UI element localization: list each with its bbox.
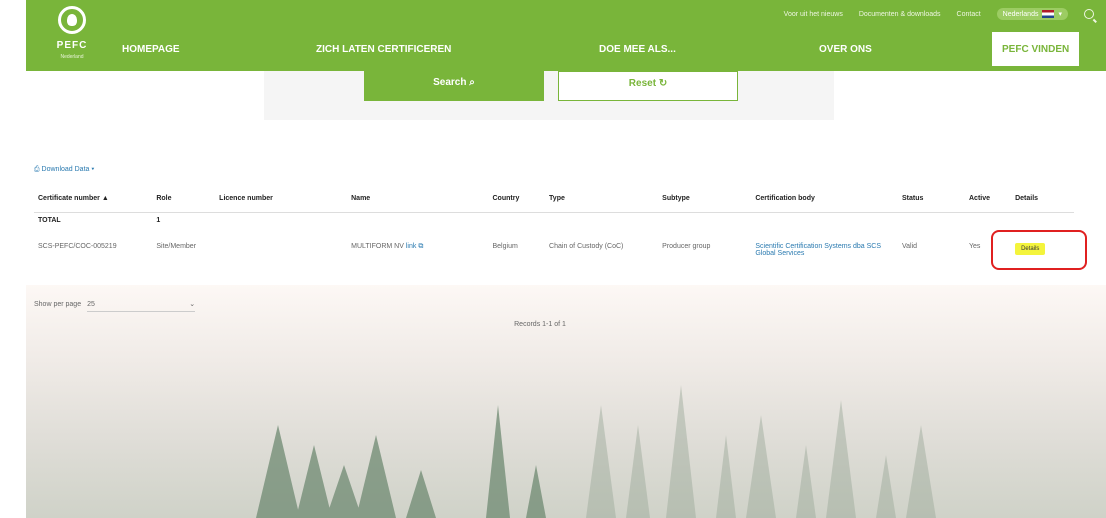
utility-link-contact[interactable]: Contact (957, 11, 981, 18)
cell-role: Site/Member (156, 243, 197, 250)
per-page-select[interactable]: 25 ⌄ (87, 297, 196, 312)
col-details: Details (1011, 184, 1074, 213)
per-page-control: Show per page 25 ⌄ (34, 297, 196, 312)
col-subtype[interactable]: Subtype (658, 184, 752, 213)
details-highlight-annotation (991, 230, 1087, 270)
reset-button[interactable]: Reset ↻ (558, 71, 738, 101)
col-licence-number[interactable]: Licence number (215, 184, 348, 213)
nav-participate[interactable]: DOE MEE ALS... (599, 44, 676, 55)
caret-down-icon: ▾ (91, 166, 95, 173)
col-name[interactable]: Name (347, 184, 489, 213)
cell-certification-body[interactable]: Scientific Certification Systems dba SCS… (751, 233, 898, 291)
total-count: 1 (156, 217, 161, 224)
language-selector[interactable]: Nederlands ▾ (996, 8, 1068, 20)
main-nav: HOMEPAGE ZICH LATEN CERTIFICEREN DOE MEE… (26, 32, 1106, 66)
per-page-value: 25 (87, 300, 95, 308)
cell-country: Belgium (492, 243, 518, 250)
name-text: MULTIFORM NV (351, 243, 404, 250)
col-active[interactable]: Active (965, 184, 1012, 213)
certificates-table: Certificate number ▲ Role Licence number… (34, 184, 1074, 291)
per-page-label: Show per page (34, 301, 82, 308)
download-data-link[interactable]: ⎙ Download Data ▾ (34, 166, 94, 174)
table-header-row: Certificate number ▲ Role Licence number… (34, 184, 1074, 213)
nav-certification[interactable]: ZICH LATEN CERTIFICEREN (316, 44, 451, 55)
col-certification-body[interactable]: Certification body (751, 184, 898, 213)
nav-find-pefc[interactable]: PEFC VINDEN (992, 32, 1080, 66)
cell-subtype: Producer group (662, 243, 711, 250)
col-country[interactable]: Country (488, 184, 546, 213)
site-header: PEFC Nederland Voor uit het nieuws Docum… (26, 0, 1106, 71)
search-panel: Search ⌕ Reset ↻ (264, 71, 834, 120)
col-certificate-number[interactable]: Certificate number ▲ (34, 184, 153, 213)
col-role[interactable]: Role (152, 184, 216, 213)
utility-link-documents[interactable]: Documenten & downloads (859, 11, 941, 18)
chevron-down-icon: ▾ (1058, 11, 1062, 18)
cell-licence-number (215, 233, 347, 291)
refresh-icon: ↻ (658, 78, 668, 89)
total-label: TOTAL (38, 217, 61, 224)
printer-icon: ⎙ (34, 166, 42, 173)
reset-button-label: Reset (628, 78, 657, 89)
col-type[interactable]: Type (545, 184, 659, 213)
forest-background (26, 285, 1106, 518)
cell-status: Valid (901, 243, 918, 250)
cell-name: MULTIFORM NV link ⧉ (347, 233, 488, 291)
cell-certificate-number: SCS-PEFC/COC-005219 (38, 243, 117, 250)
nav-homepage[interactable]: HOMEPAGE (122, 44, 180, 55)
search-button[interactable]: Search ⌕ (364, 71, 544, 101)
search-icon: ⌕ (469, 77, 475, 88)
nav-about[interactable]: OVER ONS (819, 44, 872, 55)
sort-up-icon: ▲ (101, 194, 109, 202)
table-row: SCS-PEFC/COC-005219 Site/Member MULTIFOR… (34, 233, 1074, 291)
download-label: Download Data (41, 166, 90, 173)
external-link-icon: ⧉ (418, 243, 424, 250)
language-label: Nederlands (1002, 10, 1039, 18)
name-link[interactable]: link ⧉ (406, 243, 423, 250)
search-icon[interactable] (1084, 9, 1094, 19)
cell-type: Chain of Custody (CoC) (549, 243, 624, 250)
pefc-logo-icon (58, 6, 86, 34)
chevron-down-icon: ⌄ (189, 301, 196, 308)
total-row: TOTAL 1 (34, 213, 1074, 234)
utility-nav: Voor uit het nieuws Documenten & downloa… (784, 8, 1094, 20)
forest-trees-image (256, 385, 936, 518)
col-status[interactable]: Status (897, 184, 965, 213)
flag-nl-icon (1042, 10, 1055, 18)
page-margin (0, 0, 26, 518)
records-count: Records 1-1 of 1 (514, 321, 566, 328)
search-button-label: Search (433, 77, 467, 88)
utility-link-news[interactable]: Voor uit het nieuws (784, 11, 843, 18)
